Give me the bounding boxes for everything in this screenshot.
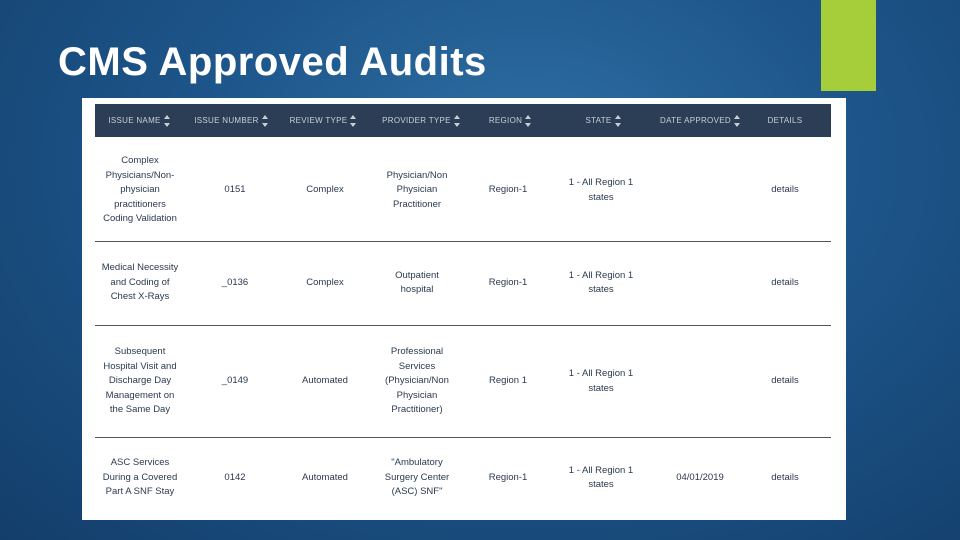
row-divider: [95, 437, 831, 438]
column-header-review-type[interactable]: REVIEW TYPE: [283, 104, 363, 137]
issue-number-cell: 0151: [224, 184, 246, 196]
provider-type-cell: "Ambulatory Surgery Center (ASC) SNF": [384, 457, 450, 498]
audits-table: ISSUE NAME ISSUE NUMBER REVIEW TYPE PROV…: [82, 98, 846, 520]
issue-name-cell: ASC Services During a Covered Part A SNF…: [102, 457, 178, 498]
details-link[interactable]: details: [771, 471, 798, 486]
review-type-cell: Automated: [302, 471, 348, 483]
column-header-issue-name[interactable]: ISSUE NAME: [95, 104, 183, 137]
column-header-date-approved[interactable]: DATE APPROVED: [655, 104, 745, 137]
review-type-cell: Complex: [306, 276, 344, 288]
page-title: CMS Approved Audits: [58, 40, 487, 84]
provider-type-cell: Professional Services (Physician/Non Phy…: [385, 346, 449, 416]
region-cell: Region-1: [488, 471, 528, 483]
issue-name-cell: Complex Physicians/Non-physician practit…: [103, 155, 177, 225]
state-cell: 1 - All Region 1 states: [568, 464, 634, 491]
table-header: ISSUE NAME ISSUE NUMBER REVIEW TYPE PROV…: [95, 104, 831, 137]
sort-arrows-icon: [733, 114, 740, 127]
details-link[interactable]: details: [771, 183, 798, 198]
details-cell: details: [755, 439, 815, 517]
date-approved-cell: [655, 141, 745, 240]
issue-number-cell: _0149: [221, 375, 249, 387]
details-link[interactable]: details: [771, 276, 798, 291]
issue-number-cell: 0142: [224, 471, 246, 483]
table-row: ASC Services During a Covered Part A SNF…: [95, 439, 831, 517]
sort-arrows-icon: [614, 114, 621, 127]
review-type-cell: Complex: [306, 184, 344, 196]
date-approved-cell: [655, 326, 745, 437]
sort-arrows-icon: [163, 114, 170, 127]
region-cell: Region-1: [488, 184, 528, 196]
issue-name-cell: Medical Necessity and Coding of Chest X-…: [101, 262, 179, 303]
column-header-provider-type[interactable]: PROVIDER TYPE: [373, 104, 469, 137]
provider-type-cell: Outpatient hospital: [395, 269, 439, 296]
review-type-cell: Automated: [302, 375, 348, 387]
details-cell: details: [755, 141, 815, 240]
details-cell: details: [755, 242, 815, 324]
details-cell: details: [755, 326, 815, 437]
issue-number-cell: _0136: [221, 276, 249, 288]
region-cell: Region 1: [488, 375, 528, 387]
table-row: Subsequent Hospital Visit and Discharge …: [95, 326, 831, 437]
details-link[interactable]: details: [771, 374, 798, 389]
issue-name-cell: Subsequent Hospital Visit and Discharge …: [103, 346, 177, 416]
column-header-state[interactable]: STATE: [563, 104, 643, 137]
sort-arrows-icon: [453, 114, 460, 127]
table-row: Complex Physicians/Non-physician practit…: [95, 141, 831, 240]
column-header-details: DETAILS: [767, 116, 803, 125]
region-cell: Region-1: [488, 276, 528, 288]
state-cell: 1 - All Region 1 states: [568, 269, 634, 296]
sort-arrows-icon: [525, 114, 532, 127]
date-approved-cell: [655, 242, 745, 324]
state-cell: 1 - All Region 1 states: [568, 177, 634, 203]
provider-type-cell: Physician/Non Physician Practitioner: [386, 169, 448, 210]
sort-arrows-icon: [261, 114, 268, 127]
state-cell: 1 - All Region 1 states: [568, 368, 634, 394]
table-row: Medical Necessity and Coding of Chest X-…: [95, 242, 831, 324]
column-header-region[interactable]: REGION: [475, 104, 545, 137]
date-approved-cell: 04/01/2019: [676, 471, 724, 483]
column-header-issue-number[interactable]: ISSUE NUMBER: [191, 104, 271, 137]
accent-bar: [821, 0, 876, 91]
sort-arrows-icon: [350, 114, 357, 127]
